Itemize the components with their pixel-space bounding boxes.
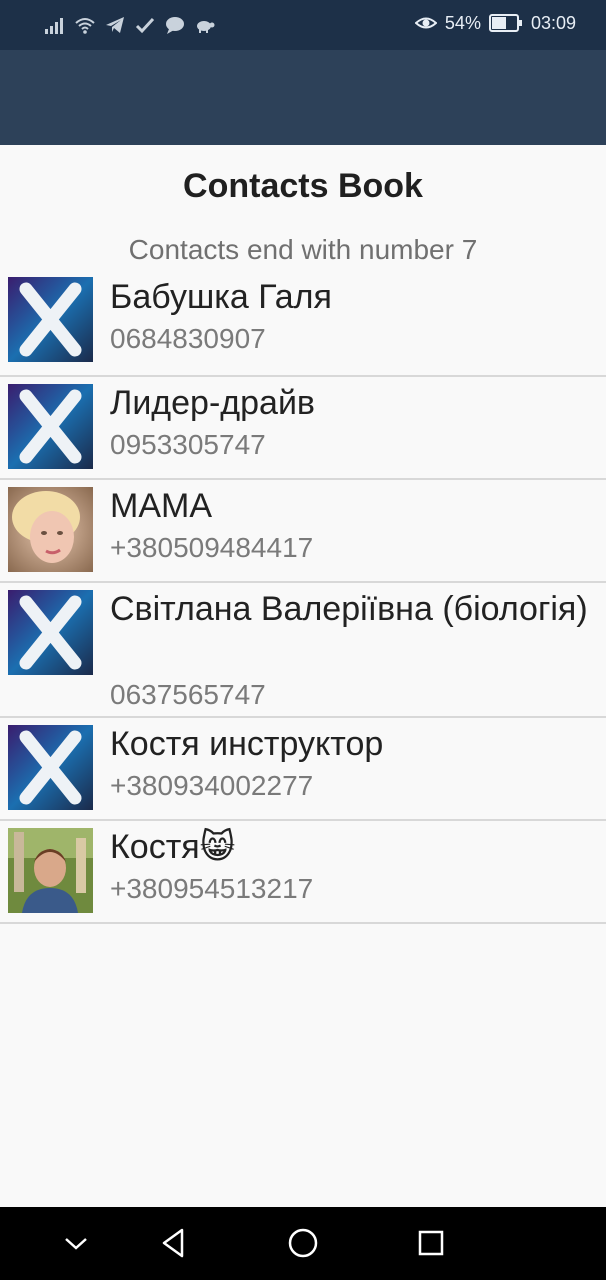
contact-row[interactable]: МАМА +380509484417 bbox=[0, 480, 606, 583]
battery-percent: 54% bbox=[444, 12, 481, 33]
default-x-avatar bbox=[8, 277, 93, 362]
home-icon[interactable] bbox=[285, 1225, 321, 1261]
recents-icon[interactable] bbox=[413, 1225, 449, 1261]
app-bar bbox=[0, 50, 606, 145]
contact-phone: 0684830907 bbox=[110, 323, 266, 354]
back-icon[interactable] bbox=[155, 1225, 191, 1261]
contact-name: Лидер-драйв bbox=[110, 384, 315, 422]
contact-row[interactable]: Світлана Валеріївна (біологія) 063756574… bbox=[0, 583, 606, 718]
contact-phone: 0637565747 bbox=[110, 679, 266, 710]
contact-phone: +380509484417 bbox=[110, 532, 314, 563]
contact-name: МАМА bbox=[110, 487, 212, 525]
page-title: Contacts Book bbox=[183, 167, 423, 205]
contact-name: Костя инструктор bbox=[110, 725, 384, 763]
eye-icon bbox=[414, 17, 437, 29]
navigation-bar bbox=[0, 1207, 606, 1280]
photo-avatar-woman bbox=[8, 487, 93, 572]
contact-row[interactable]: Бабушка Галя 0684830907 bbox=[0, 275, 606, 377]
check-icon bbox=[135, 17, 155, 34]
battery-icon bbox=[488, 14, 522, 32]
signal-icon bbox=[45, 18, 63, 34]
contact-phone: +380934002277 bbox=[110, 770, 314, 801]
clock: 03:09 bbox=[530, 12, 576, 33]
status-right: 54% 03:09 bbox=[414, 12, 576, 34]
status-bar: 54% 03:09 bbox=[0, 0, 606, 50]
contact-name: Світлана Валеріївна (біологія) bbox=[110, 590, 588, 628]
wifi-icon bbox=[75, 18, 95, 34]
contact-name: Костя😸 bbox=[110, 828, 236, 866]
turtle-icon bbox=[197, 21, 215, 33]
contact-phone: 0953305747 bbox=[110, 429, 266, 460]
contact-list: Бабушка Галя 0684830907 Лидер-драйв 0953… bbox=[0, 275, 606, 924]
page-subtitle: Contacts end with number 7 bbox=[128, 234, 478, 265]
contact-phone: +380954513217 bbox=[110, 873, 314, 904]
default-x-avatar bbox=[8, 590, 93, 675]
content-area: Contacts Book Contacts end with number 7… bbox=[0, 145, 606, 1207]
contact-row[interactable]: Костя инструктор +380934002277 bbox=[0, 718, 606, 821]
default-x-avatar bbox=[8, 725, 93, 810]
photo-avatar-man bbox=[8, 828, 93, 913]
chevron-down-icon[interactable] bbox=[58, 1225, 94, 1261]
contact-row[interactable]: Лидер-драйв 0953305747 bbox=[0, 377, 606, 480]
contact-row[interactable]: Костя😸 +380954513217 bbox=[0, 821, 606, 924]
contact-name: Бабушка Галя bbox=[110, 278, 332, 316]
chat-icon bbox=[166, 17, 184, 34]
default-x-avatar bbox=[8, 384, 93, 469]
status-left-icons bbox=[44, 14, 216, 36]
telegram-icon bbox=[106, 17, 124, 33]
